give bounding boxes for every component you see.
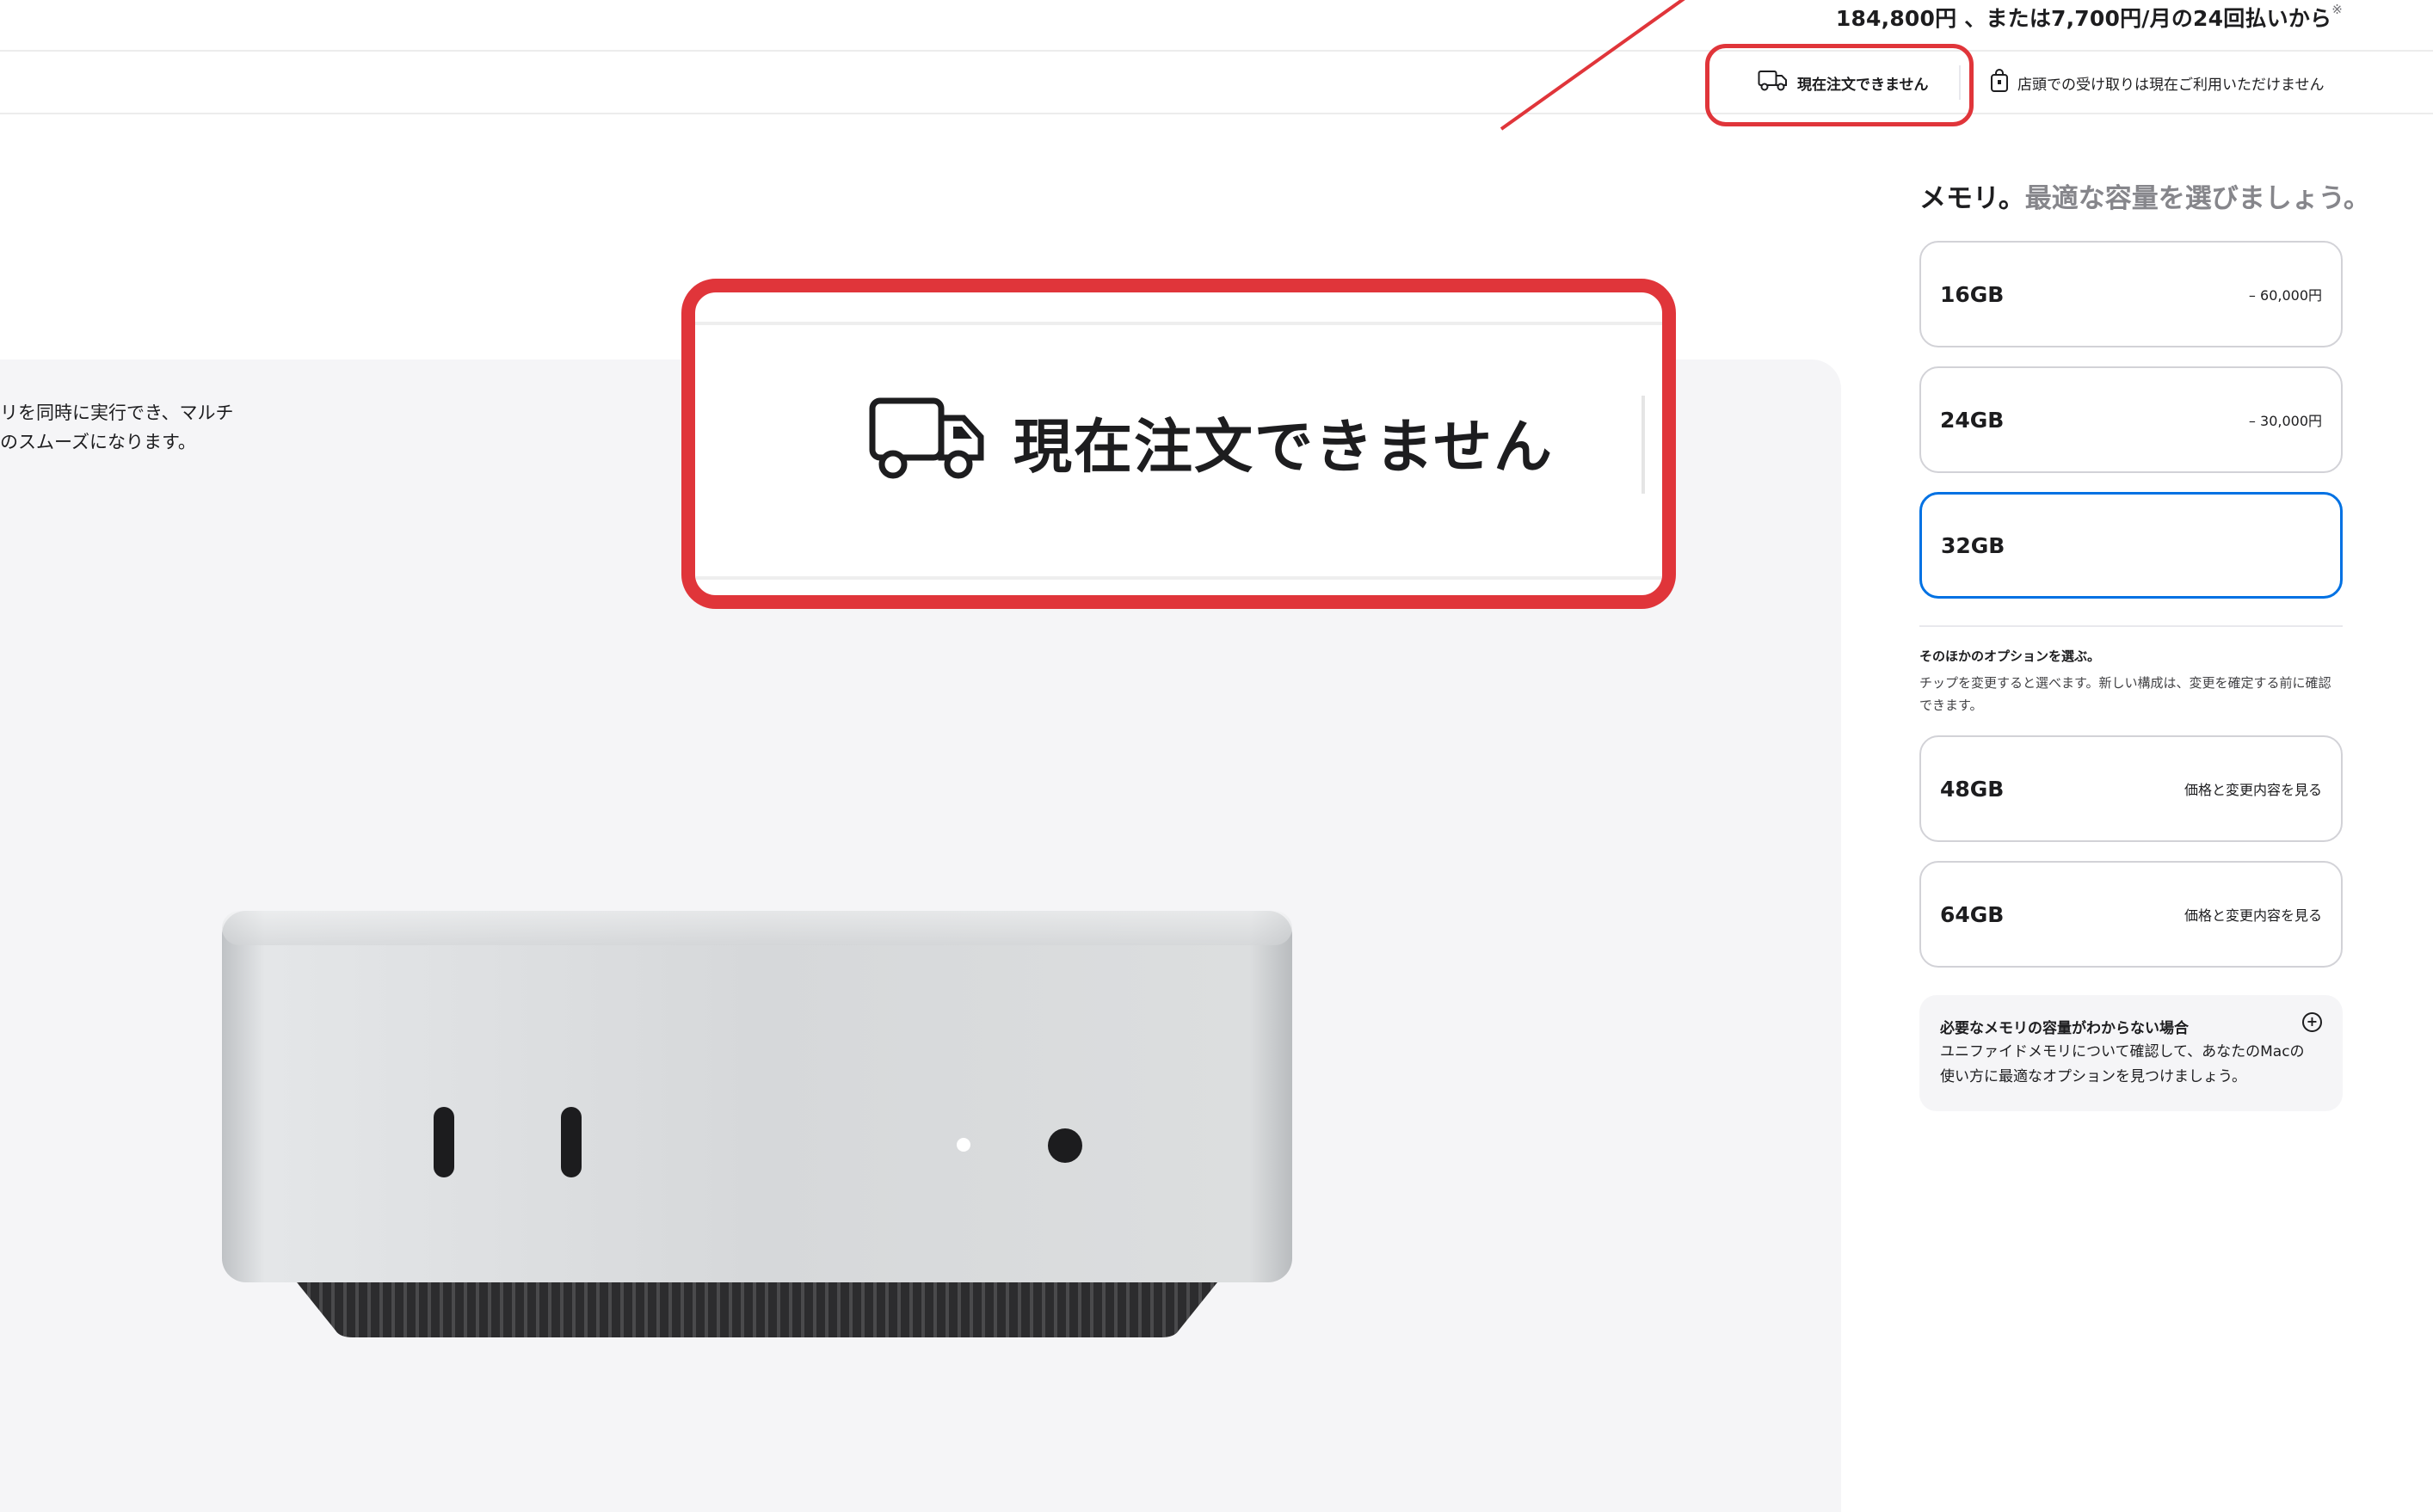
memory-option-capacity: 48GB [1940, 776, 2005, 802]
memory-heading: メモリ。最適な容量を選びましょう。 [1919, 176, 2370, 215]
gallery-caption-line-1: リを同時に実行でき、マルチ [0, 403, 234, 423]
zoom-delivery-status-text: 現在注文できません [1013, 413, 1554, 482]
zoom-divider-bottom [695, 576, 1662, 580]
callout-highlight-box [1705, 44, 1974, 126]
memory-option-16gb[interactable]: 16GB – 60,000円 [1919, 241, 2343, 347]
memory-option-capacity: 32GB [1941, 532, 2005, 558]
callout-connector [1500, 0, 1686, 131]
memory-option-price: – 30,000円 [2248, 413, 2322, 429]
zoom-separator [1642, 396, 1645, 494]
memory-help-description: ユニファイドメモリについて確認して、あなたのMacの使い方に最適なオプションを見… [1940, 1043, 2305, 1085]
availability-divider [0, 113, 2433, 114]
memory-help-card[interactable]: + 必要なメモリの容量がわからない場合 ユニファイドメモリについて確認して、あな… [1919, 995, 2343, 1111]
truck-icon [867, 396, 988, 487]
header-divider [0, 50, 2433, 52]
memory-subtitle: 最適な容量を選びましょう。 [2024, 183, 2370, 214]
memory-option-32gb[interactable]: 32GB [1919, 492, 2343, 599]
view-price-link[interactable]: 価格と変更内容を見る [2184, 778, 2322, 799]
callout-zoom-panel: 現在注文できません [681, 279, 1676, 609]
memory-option-price: – 60,000円 [2248, 287, 2322, 304]
gallery-caption-line-2: のスムーズになります。 [0, 432, 196, 452]
memory-help-title: 必要なメモリの容量がわからない場合 [1940, 1020, 2189, 1037]
gallery-caption: リを同時に実行でき、マルチ のスムーズになります。 [0, 398, 234, 457]
memory-title: メモリ。 [1919, 183, 2025, 214]
pickup-status-text: 店頭での受け取りは現在ご利用いただけません [2017, 77, 2325, 94]
other-options-title: そのほかのオプションを選ぶ。 [1919, 648, 2101, 664]
memory-option-capacity: 64GB [1940, 901, 2005, 927]
memory-option-64gb[interactable]: 64GB 価格と変更内容を見る [1919, 861, 2343, 968]
price-summary: 184,800円 、または7,700円/月の24回払いから※ [1836, 2, 2343, 33]
price-main: 184,800円 、または7,700円/月の24回払いから [1835, 6, 2332, 31]
memory-option-capacity: 16GB [1940, 281, 2005, 307]
zoom-delivery-availability: 現在注文できません [867, 396, 1554, 487]
other-options-description: チップを変更すると選べます。新しい構成は、変更を確定する前に確認できます。 [1919, 675, 2331, 713]
zoom-divider-top [695, 322, 1662, 325]
shopping-bag-icon [1990, 69, 2009, 97]
memory-option-48gb[interactable]: 48GB 価格と変更内容を見る [1919, 735, 2343, 842]
plus-circle-icon[interactable]: + [2302, 1012, 2322, 1032]
options-divider [1919, 625, 2343, 627]
mac-mini-image [215, 907, 1299, 1349]
price-footnote-mark: ※ [2331, 2, 2343, 17]
memory-option-capacity: 24GB [1940, 407, 2005, 433]
view-price-link[interactable]: 価格と変更内容を見る [2184, 904, 2322, 925]
pickup-availability: 店頭での受け取りは現在ご利用いただけません [1990, 69, 2325, 97]
memory-option-24gb[interactable]: 24GB – 30,000円 [1919, 366, 2343, 473]
